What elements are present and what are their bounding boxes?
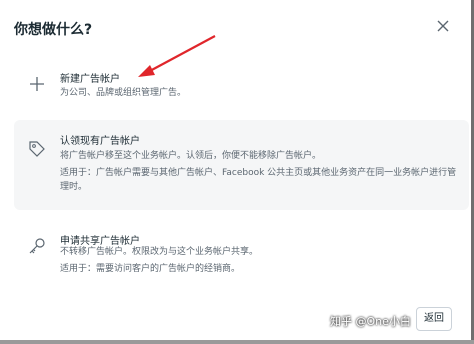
option-create-ad-account[interactable]: 新建广告帐户 为公司、品牌或组织管理广告。	[14, 55, 469, 110]
option-title: 新建广告帐户	[60, 74, 120, 85]
option-request-shared-ad-account[interactable]: 申请共享广告帐户 不转移广告帐户。权限改为与这个业务帐户共享。 适用于：需要访问…	[14, 220, 469, 292]
annotation-arrow	[138, 35, 216, 77]
option-description: 不转移广告帐户。权限改为与这个业务帐户共享。	[60, 247, 259, 257]
option-claim-ad-account[interactable]: 认领现有广告帐户 将广告帐户移至这个业务帐户。认领后，你便不能移除广告帐户。 适…	[14, 120, 469, 210]
key-icon	[27, 236, 47, 256]
tag-icon	[27, 139, 47, 159]
option-description: 为公司、品牌或组织管理广告。	[60, 88, 187, 98]
dialog-title: 你想做什么?	[14, 22, 93, 38]
option-note: 适用于：广告帐户需要与其他广告帐户、Facebook 公共主页或其他业务资产在同…	[60, 168, 457, 192]
dialog: 你想做什么? 新建广告帐户 为公司、品牌或组织管理广告。 认领现有广告帐户 将广…	[0, 0, 474, 340]
option-description: 将广告帐户移至这个业务帐户。认领后，你便不能移除广告帐户。	[60, 151, 322, 161]
watermark: 知乎 @One小白	[330, 315, 411, 328]
close-icon[interactable]	[434, 18, 452, 36]
option-note: 适用于：需要访问客户的广告帐户的经销商。	[60, 264, 241, 274]
option-title: 认领现有广告帐户	[60, 136, 140, 147]
plus-icon	[27, 74, 47, 94]
back-button[interactable]: 返回	[416, 307, 452, 331]
